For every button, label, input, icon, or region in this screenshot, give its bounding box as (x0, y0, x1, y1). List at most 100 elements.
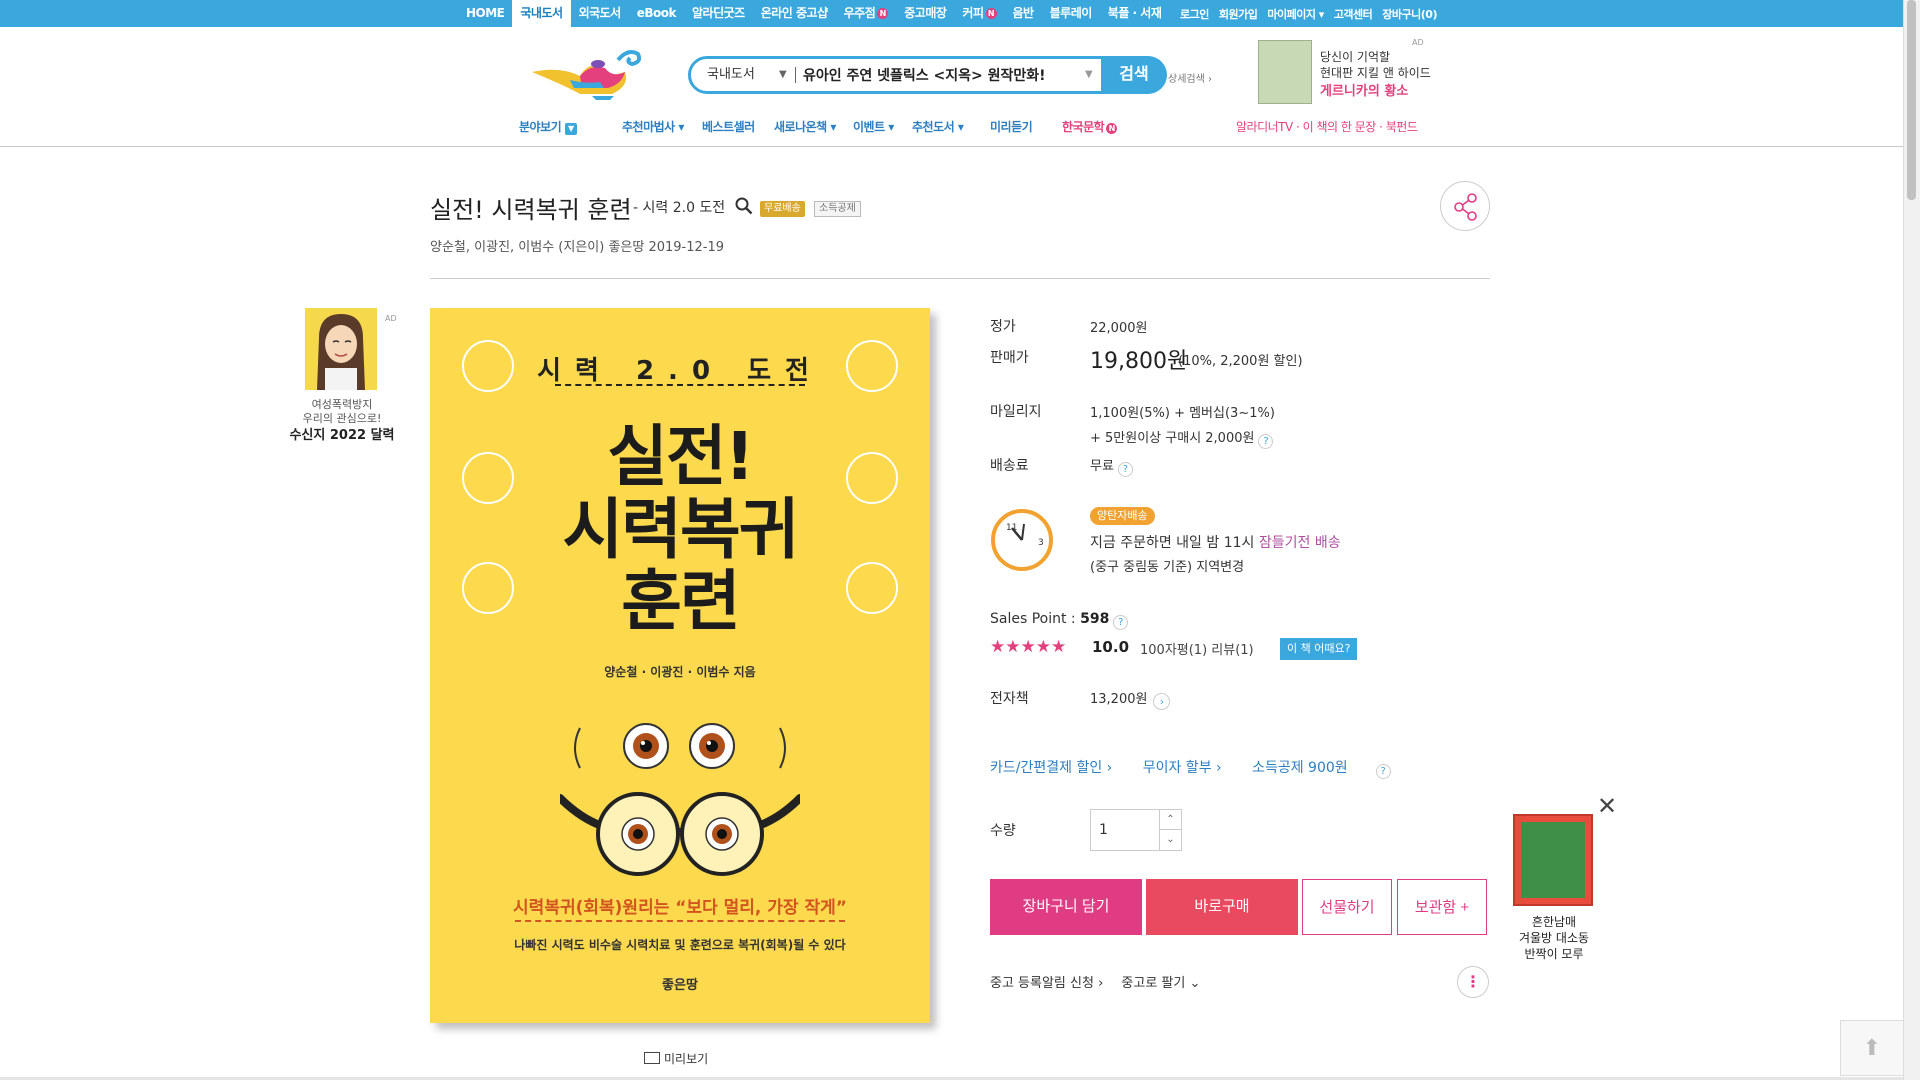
search-button[interactable]: 검색 (1101, 56, 1167, 94)
customer-center-link[interactable]: 고객센터 (1329, 6, 1377, 22)
ad-book-cover (1258, 40, 1312, 104)
scroll-to-top-button[interactable]: ⬆ (1840, 1020, 1904, 1076)
topnav-home[interactable]: HOME (458, 0, 512, 27)
eye-icon (462, 340, 514, 392)
floating-ad-line1: 흔한남매 (1531, 915, 1577, 929)
add-to-cart-button[interactable]: 장바구니 담기 (990, 879, 1142, 935)
gnb-korean-literature[interactable]: 한국문학 N (1062, 118, 1118, 135)
topnav-bluray[interactable]: 블루레이 (1042, 0, 1100, 27)
used-alert-link[interactable]: 중고 등록알림 신청 › (990, 976, 1103, 991)
topnav-goods[interactable]: 알라딘굿즈 (684, 0, 753, 27)
search-category-select[interactable]: 국내도서 (707, 59, 787, 91)
svg-text:3: 3 (1038, 538, 1044, 548)
preview-button[interactable]: 미리보기 (644, 1050, 708, 1067)
topnav-used-shop[interactable]: 온라인 중고샵 (753, 0, 836, 27)
book-cover-image[interactable]: 시력 2.0 도전 실전! 시력복귀 훈련 양순철 · 이광진 · 이범수 지음… (430, 308, 930, 1023)
carpet-delivery-badge: 양탄자배송 (1090, 507, 1155, 525)
floating-ad-text[interactable]: 흔한남매 겨울방 대소동 반짝이 모루 (1500, 914, 1608, 962)
tax-deduction-badge: 소득공제 (814, 201, 861, 217)
gift-button[interactable]: 선물하기 (1302, 879, 1392, 935)
topnav-domestic-books[interactable]: 국내도서 (512, 0, 571, 27)
preview-label: 미리보기 (664, 1052, 709, 1066)
login-link[interactable]: 로그인 (1175, 6, 1214, 22)
browse-label: 분야보기 (519, 120, 562, 134)
tax-deduction-link[interactable]: 소득공제 900원? (1252, 760, 1417, 779)
save-to-wishlist-button[interactable]: 보관함 + (1397, 879, 1487, 935)
gnb-recommend-wizard[interactable]: 추천마법사 ▾ (622, 118, 684, 135)
help-icon[interactable]: ? (1375, 764, 1391, 779)
topnav-bookple[interactable]: 북플 · 서재 (1100, 0, 1170, 27)
shipping-label: 배송료 (990, 458, 1029, 474)
quantity-decrease-button[interactable]: ⌄ (1159, 830, 1181, 850)
gnb-bestseller[interactable]: 베스트셀러 (702, 118, 755, 135)
mypage-link[interactable]: 마이페이지 ▾ (1262, 6, 1328, 22)
gnb-preview-listen[interactable]: 미리듣기 (990, 118, 1033, 135)
header-divider (0, 146, 1903, 147)
category-nav: 분야보기 ▼ 추천마법사 ▾ 베스트셀러 새로나온책 ▾ 이벤트 ▾ 추천도서 … (0, 118, 1903, 146)
search-icon[interactable] (735, 197, 753, 215)
gnb-events[interactable]: 이벤트 ▾ (853, 118, 894, 135)
more-options-button[interactable]: ⋮ (1457, 966, 1489, 998)
eye-icon (846, 340, 898, 392)
quantity-input[interactable] (1091, 810, 1159, 850)
close-icon[interactable]: ✕ (1597, 794, 1617, 818)
buy-now-button[interactable]: 바로구매 (1146, 879, 1298, 935)
share-button[interactable] (1440, 181, 1490, 231)
how-is-book-button[interactable]: 이 책 어때요? (1280, 638, 1358, 660)
list-price-label: 정가 (990, 319, 1016, 335)
gnb-aladiner-tv[interactable]: 알라디너TV · 이 책의 한 문장 · 북펀드 (1236, 118, 1418, 135)
review-counts-link[interactable]: 100자평(1) 리뷰(1) (1140, 639, 1254, 658)
book-icon (644, 1052, 660, 1064)
topnav-woojoo[interactable]: 우주점 N (836, 0, 897, 27)
payment-links: 카드/간편결제 할인 › 무이자 할부 › 소득공제 900원? (990, 757, 1443, 779)
gnb-recommended[interactable]: 추천도서 ▾ (912, 118, 964, 135)
chevron-down-icon[interactable]: ▼ (779, 59, 787, 91)
cover-tagline: 시력복귀(회복)원리는 “보다 멀리, 가장 작게” (513, 898, 847, 918)
free-shipping-badge: 무료배송 (760, 201, 805, 217)
floating-ad-book-cover[interactable] (1513, 814, 1593, 906)
side-ad-title: 수신지 2022 달력 (289, 428, 395, 443)
aladin-lamp-logo[interactable] (530, 42, 650, 102)
ebook-price-text: 13,200원 (1090, 692, 1148, 707)
book-authors-publisher-date[interactable]: 양순철, 이광진, 이범수 (지은이) 좋은땅 2019-12-19 (430, 236, 724, 255)
korean-lit-label: 한국문학 (1062, 120, 1105, 134)
card-discount-link[interactable]: 카드/간편결제 할인 › (990, 760, 1112, 776)
top-nav: HOME 국내도서 외국도서 eBook 알라딘굿즈 온라인 중고샵 우주점 N … (458, 0, 1169, 27)
help-icon[interactable]: ? (1113, 615, 1129, 630)
search-history-dropdown-icon[interactable]: ▼ (1085, 59, 1093, 91)
header-ad-banner[interactable]: 당신이 기억할 현대판 지킬 앤 하이드 게르니카의 황소 AD (1258, 38, 1431, 108)
topnav-coffee[interactable]: 커피 N (954, 0, 1004, 27)
scrollbar-thumb[interactable] (1907, 0, 1916, 200)
new-badge: N (1106, 123, 1118, 134)
delivery-estimate-text: 지금 주문하면 내일 밤 11시 (1090, 535, 1259, 551)
new-badge: N (877, 8, 889, 19)
topnav-music[interactable]: 음반 (1005, 0, 1042, 27)
header-ad-line1: 당신이 기억할 (1320, 50, 1391, 64)
mileage-extra: + 5만원이상 구매시 2,000원? (1090, 427, 1274, 449)
topnav-foreign-books[interactable]: 외국도서 (571, 0, 629, 27)
delivery-type-link[interactable]: 잠들기전 배송 (1259, 535, 1341, 551)
delivery-estimate: 지금 주문하면 내일 밤 11시 잠들기전 배송 (1090, 532, 1341, 552)
title-divider (430, 278, 1490, 279)
delivery-region-change[interactable]: (중구 중림동 기준) 지역변경 (1090, 556, 1244, 575)
help-icon[interactable]: ? (1117, 462, 1133, 477)
topnav-ebook[interactable]: eBook (629, 0, 684, 27)
help-icon[interactable]: ? (1258, 434, 1274, 449)
advanced-search-link[interactable]: 상세검색 › (1168, 70, 1212, 85)
topnav-used-store[interactable]: 중고매장 (896, 0, 954, 27)
ebook-price[interactable]: 13,200원 › (1090, 688, 1171, 710)
cart-link[interactable]: 장바구니(0) (1377, 6, 1442, 22)
book-subtitle: - 시력 2.0 도전 (633, 200, 726, 216)
side-ad-calendar[interactable]: AD 여성폭력방지 우리의 관심으로! 수신지 2022 달력 (289, 308, 397, 448)
installment-link[interactable]: 무이자 할부 › (1143, 760, 1222, 776)
signup-link[interactable]: 회원가입 (1214, 6, 1262, 22)
search-input[interactable] (803, 62, 1073, 88)
floating-ad-line2: 겨울방 대소동 (1518, 931, 1590, 945)
gnb-new-books[interactable]: 새로나온책 ▾ (774, 118, 836, 135)
sell-used-link[interactable]: 중고로 팔기 ⌄ (1121, 976, 1200, 991)
svg-text:11: 11 (1006, 523, 1017, 533)
eyes-glasses-illustration (560, 723, 800, 876)
quantity-increase-button[interactable]: ⌃ (1159, 810, 1181, 830)
browse-categories-button[interactable]: 분야보기 ▼ (519, 118, 577, 135)
ad-illustration (305, 308, 377, 390)
